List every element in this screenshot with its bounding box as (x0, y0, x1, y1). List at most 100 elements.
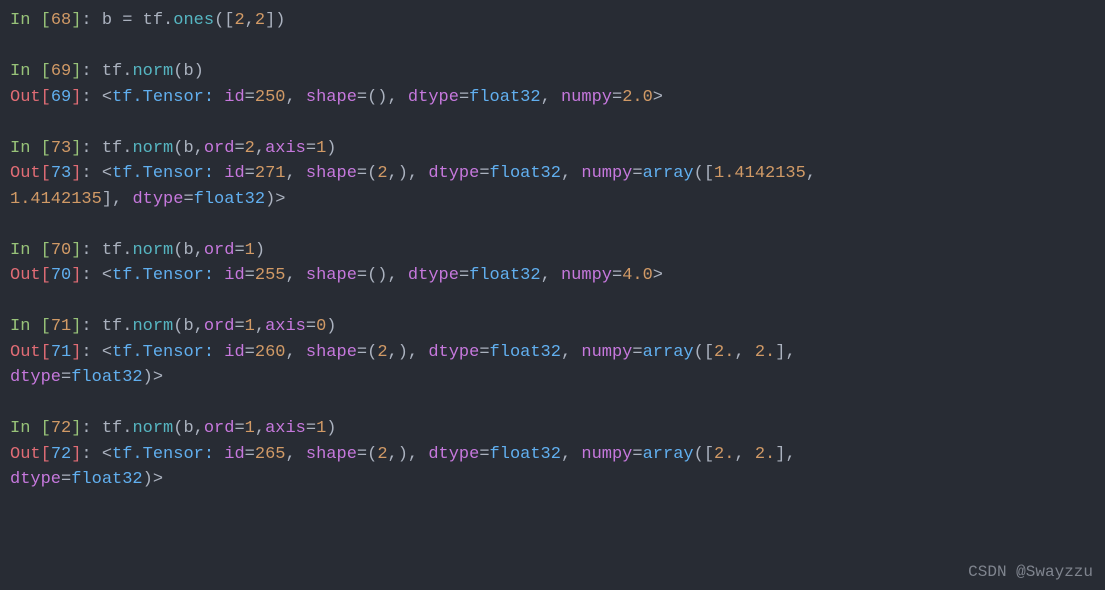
code-token: , (734, 343, 754, 362)
code-token: ) (194, 62, 204, 81)
code-token: b (183, 317, 193, 336)
code-token: numpy (581, 343, 632, 362)
code-token: : (81, 88, 101, 107)
code-token: ord (204, 317, 235, 336)
code-token: In (10, 11, 41, 30)
code-token: < (102, 164, 112, 183)
code-token: , (255, 317, 265, 336)
code-token (214, 88, 224, 107)
code-token: 1.4142135 (714, 164, 806, 183)
code-token: ) (326, 419, 336, 438)
ipython-terminal[interactable]: In [68]: b = tf.ones([2,2])In [69]: tf.n… (10, 8, 1095, 493)
output-line: Out[70]: <tf.Tensor: id=255, shape=(), d… (10, 263, 1095, 289)
code-token: b (183, 139, 193, 158)
code-token: = (357, 88, 367, 107)
code-token: ( (367, 343, 377, 362)
code-token: Out (10, 343, 41, 362)
code-token: ] (102, 190, 112, 209)
code-token: 71 (51, 343, 71, 362)
code-token: numpy (561, 266, 612, 285)
code-token: shape (306, 164, 357, 183)
code-token: ) (255, 241, 265, 260)
code-token: [ (224, 11, 234, 30)
code-token: = (479, 343, 489, 362)
code-token: = (612, 88, 622, 107)
code-token: norm (132, 317, 173, 336)
code-token: float32 (71, 470, 142, 489)
code-token: ( (173, 419, 183, 438)
code-token: [ (704, 445, 714, 464)
output-line: Out[71]: <tf.Tensor: id=260, shape=(2,),… (10, 340, 1095, 366)
continuation-line: 1.4142135], dtype=float32)> (10, 187, 1095, 213)
input-line: In [73]: tf.norm(b,ord=2,axis=1) (10, 136, 1095, 162)
code-token: 69 (51, 88, 71, 107)
code-token: float32 (490, 164, 561, 183)
code-token: Out (10, 88, 41, 107)
code-token: = (357, 266, 367, 285)
code-token: 2 (377, 343, 387, 362)
input-line: In [71]: tf.norm(b,ord=1,axis=0) (10, 314, 1095, 340)
code-token: , (285, 266, 305, 285)
watermark-text: CSDN @Swayzzu (968, 560, 1093, 584)
input-line: In [70]: tf.norm(b,ord=1) (10, 238, 1095, 264)
code-token: 73 (51, 139, 71, 158)
code-token: , (255, 139, 265, 158)
code-token: () (367, 266, 387, 285)
code-token: , (194, 317, 204, 336)
continuation-line: dtype=float32)> (10, 467, 1095, 493)
code-token: array (643, 343, 694, 362)
code-token: ] (71, 445, 81, 464)
code-token: 70 (51, 241, 71, 260)
blank-line (10, 289, 1095, 315)
code-token: = (306, 139, 316, 158)
code-token: , (734, 445, 754, 464)
code-token: In (10, 419, 41, 438)
code-token: id (224, 445, 244, 464)
code-token: shape (306, 266, 357, 285)
code-token: < (102, 445, 112, 464)
code-token: : (81, 419, 101, 438)
code-token: 2. (714, 445, 734, 464)
code-token: dtype (408, 88, 459, 107)
code-token: < (102, 266, 112, 285)
code-token: float32 (469, 88, 540, 107)
code-token: = (479, 445, 489, 464)
code-token: , (541, 88, 561, 107)
code-token (214, 343, 224, 362)
code-token: b (102, 11, 122, 30)
code-token: ( (367, 164, 377, 183)
code-token: , (285, 445, 305, 464)
code-token: = (459, 266, 469, 285)
code-token: 72 (51, 419, 71, 438)
code-token: > (653, 88, 663, 107)
code-token: = (459, 88, 469, 107)
code-token: Out (10, 445, 41, 464)
code-token: 2. (755, 445, 775, 464)
code-token (214, 266, 224, 285)
code-token: 255 (255, 266, 286, 285)
code-token: = (122, 11, 132, 30)
code-token: tf (102, 419, 122, 438)
code-token: , (194, 241, 204, 260)
code-token: = (61, 368, 71, 387)
code-token: () (367, 88, 387, 107)
code-token: = (61, 470, 71, 489)
code-token: 69 (51, 62, 71, 81)
code-token: 1 (245, 241, 255, 260)
code-token: , (408, 164, 428, 183)
code-token: , (255, 419, 265, 438)
code-token: tf.Tensor: (112, 164, 214, 183)
code-token: ( (173, 139, 183, 158)
code-token: 70 (51, 266, 71, 285)
code-token: , (408, 445, 428, 464)
code-token: tf (102, 317, 122, 336)
code-token: ] (775, 343, 785, 362)
blank-line (10, 110, 1095, 136)
code-token: tf.Tensor: (112, 266, 214, 285)
code-token: = (357, 164, 367, 183)
code-token: numpy (561, 88, 612, 107)
code-token: = (234, 419, 244, 438)
code-token: ] (71, 266, 81, 285)
code-token: 1 (316, 419, 326, 438)
code-token: = (632, 445, 642, 464)
